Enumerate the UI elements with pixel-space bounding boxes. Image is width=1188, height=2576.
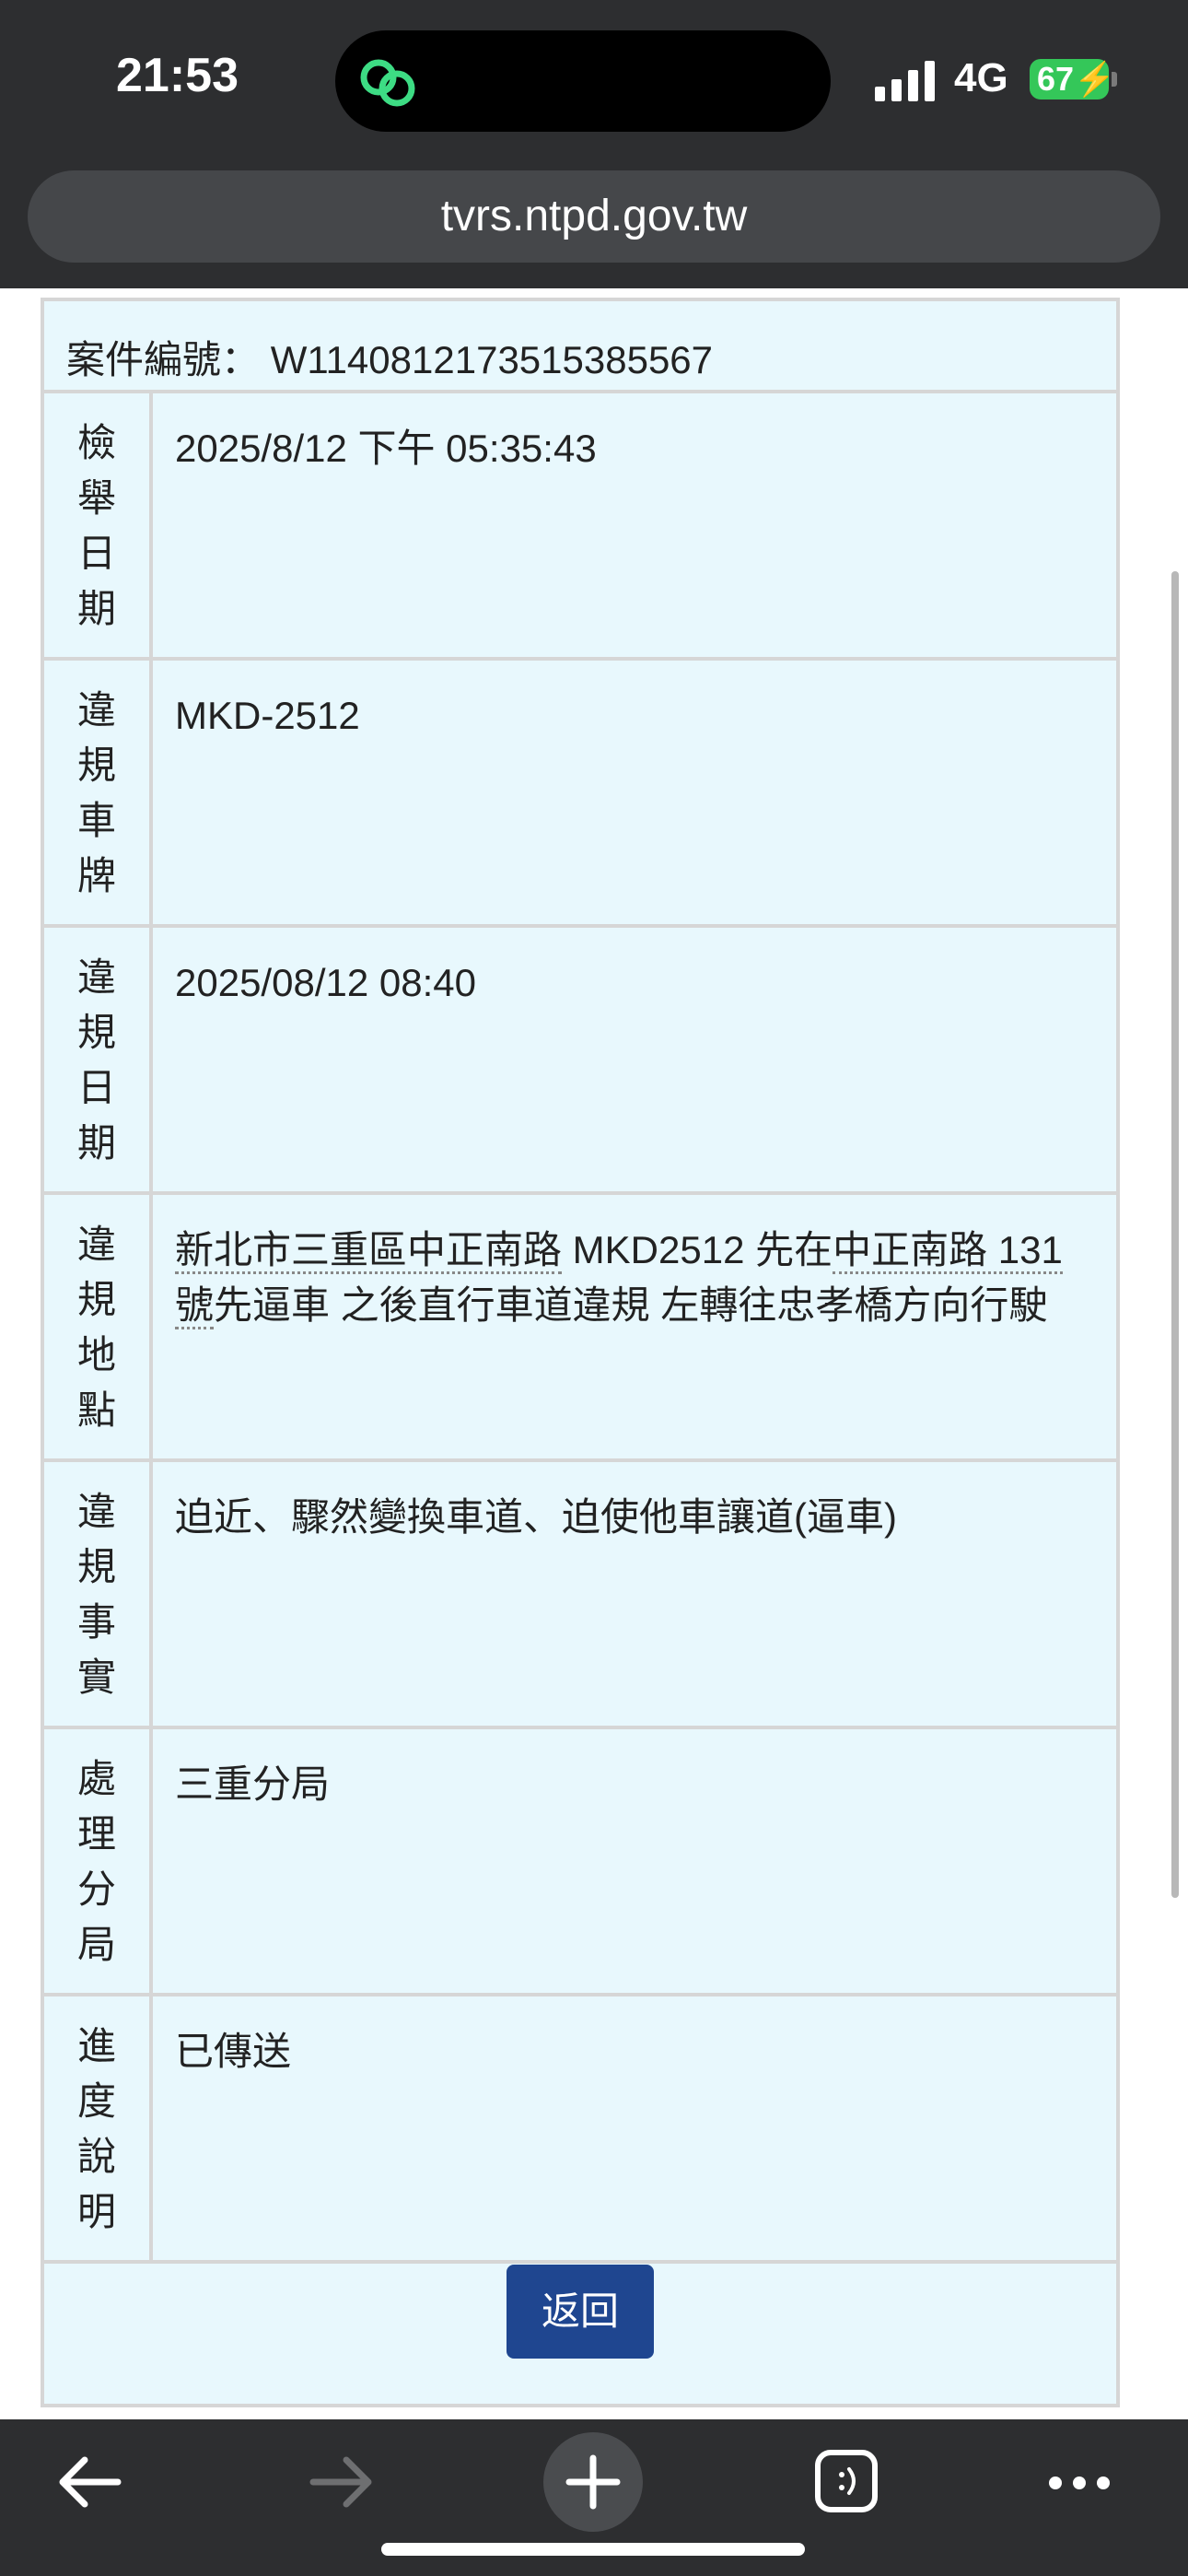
case-detail: 案件編號： W1140812173515385567 檢舉日期 2025/8/1…	[41, 298, 1120, 2407]
scrollbar[interactable]	[1171, 571, 1179, 1898]
link-icon	[360, 59, 415, 107]
button-row: 返回	[41, 2260, 1120, 2407]
table-row: 違規地點 新北市三重區中正南路 MKD2512 先在中正南路 131號先逼車 之…	[41, 1191, 1120, 1462]
back-arrow-icon[interactable]	[53, 2453, 123, 2512]
battery-level: 67	[1037, 60, 1075, 98]
row-label-cell: 違規日期	[41, 924, 153, 1195]
row-label: 進度說明	[76, 2024, 116, 2233]
location-text: MKD2512 先在	[562, 1228, 833, 1271]
table-row: 違規事實 迫近、驟然變換車道、迫使他車讓道(逼車)	[41, 1458, 1120, 1729]
battery-indicator: 67⚡	[1030, 59, 1115, 100]
table-row: 處理分局 三重分局	[41, 1726, 1120, 1996]
case-number-cell: 案件編號： W1140812173515385567	[41, 298, 1120, 393]
forward-arrow-icon[interactable]	[308, 2453, 378, 2512]
case-table: 案件編號： W1140812173515385567 檢舉日期 2025/8/1…	[41, 298, 1120, 2407]
plus-icon	[565, 2454, 621, 2510]
row-label: 處理分局	[76, 1757, 116, 1966]
row-value-location: 新北市三重區中正南路 MKD2512 先在中正南路 131號先逼車 之後直行車道…	[149, 1191, 1120, 1462]
battery-cap	[1112, 72, 1117, 87]
button-cell: 返回	[41, 2260, 1120, 2407]
row-value: 已傳送	[149, 1993, 1120, 2264]
status-time: 21:53	[116, 49, 239, 102]
row-value: 三重分局	[149, 1726, 1120, 1996]
row-label: 檢舉日期	[76, 421, 116, 630]
table-row: 違規日期 2025/08/12 08:40	[41, 924, 1120, 1195]
table-row: 進度說明 已傳送	[41, 1993, 1120, 2264]
row-label-cell: 違規事實	[41, 1458, 153, 1729]
case-number-label: 案件編號：	[66, 338, 261, 381]
row-label: 違規事實	[76, 1490, 116, 1699]
case-number-value: W1140812173515385567	[270, 338, 714, 381]
row-value: 迫近、驟然變換車道、迫使他車讓道(逼車)	[149, 1458, 1120, 1729]
location-text: 先逼車 之後直行車道違規 左轉往忠孝橋方向行駛	[214, 1283, 1048, 1327]
row-label: 違規日期	[76, 955, 116, 1165]
more-icon[interactable]	[1046, 2467, 1112, 2499]
url-bar[interactable]: tvrs.ntpd.gov.tw	[28, 170, 1160, 263]
row-value: MKD-2512	[149, 657, 1120, 928]
row-label: 違規車牌	[76, 688, 116, 897]
table-row: 違規車牌 MKD-2512	[41, 657, 1120, 928]
case-number-row: 案件編號： W1140812173515385567	[41, 298, 1120, 393]
row-value: 2025/08/12 08:40	[149, 924, 1120, 1195]
row-label-cell: 違規車牌	[41, 657, 153, 928]
address-link[interactable]: 新北市三重區中正南路	[175, 1228, 563, 1274]
row-label-cell: 違規地點	[41, 1191, 153, 1462]
row-label-cell: 檢舉日期	[41, 390, 153, 661]
table-row: 檢舉日期 2025/8/12 下午 05:35:43	[41, 390, 1120, 661]
row-label-cell: 處理分局	[41, 1726, 153, 1996]
row-label: 違規地點	[76, 1223, 116, 1432]
network-type: 4G	[954, 55, 1008, 100]
row-value: 2025/8/12 下午 05:35:43	[149, 390, 1120, 661]
tabs-icon[interactable]	[814, 2449, 879, 2513]
back-button[interactable]: 返回	[507, 2265, 654, 2359]
new-tab-button[interactable]	[543, 2432, 643, 2532]
signal-icon	[875, 61, 935, 101]
row-label-cell: 進度說明	[41, 1993, 153, 2264]
home-indicator[interactable]	[381, 2543, 805, 2556]
